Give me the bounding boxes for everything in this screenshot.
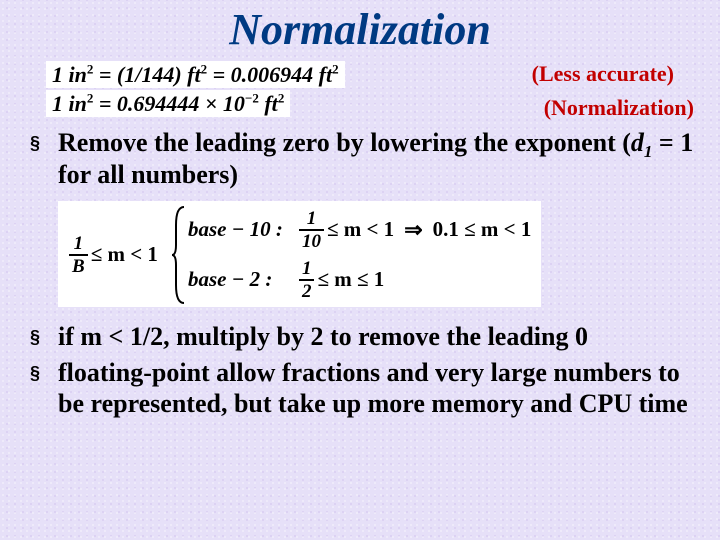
case-base-2: base − 2 : 1 2 ≤ m ≤ 1: [188, 255, 531, 305]
bullet-1: § Remove the leading zero by lowering th…: [30, 127, 698, 190]
equations-block: 1 in2 = (1/144) ft2 = 0.006944 ft2 1 in2…: [46, 61, 698, 117]
c1-den: 10: [299, 232, 324, 251]
eq2-sup3: 2: [278, 91, 285, 106]
bullet-list: § Remove the leading zero by lowering th…: [22, 127, 698, 190]
annotation-less-accurate: (Less accurate): [532, 61, 674, 87]
page-title: Normalization: [22, 4, 698, 55]
c2-ineq: ≤ m ≤ 1: [317, 269, 384, 290]
left-brace-icon: [172, 205, 186, 305]
frac-1B-num: 1: [71, 234, 87, 253]
bullet-3-text: floating-point allow fractions and very …: [58, 357, 698, 420]
cases-brace: base − 10 : 1 10 ≤ m < 1 ⇒ 0.1 ≤ m < 1 b…: [172, 205, 531, 305]
left-ineq: ≤ m < 1: [91, 244, 158, 265]
bullet-1-a: Remove the leading zero by lowering the …: [58, 128, 631, 157]
c1-ineq: ≤ m < 1: [327, 219, 394, 240]
bullet-1-d: d: [631, 128, 644, 157]
eq1-sup3: 2: [332, 62, 339, 77]
case1-label: base − 10 :: [188, 219, 296, 240]
math-cases-block: 1 B ≤ m < 1 base − 10 : 1 10 ≤ m < 1: [58, 201, 698, 307]
bullet-list-2: § if m < 1/2, multiply by 2 to remove th…: [22, 321, 698, 420]
bullet-mark-icon: §: [30, 321, 58, 353]
c2-den: 2: [299, 282, 315, 301]
eq2-sup2: −2: [245, 91, 259, 106]
eq2-mid: = 0.694444 × 10: [93, 91, 245, 116]
bullet-3: § floating-point allow fractions and ver…: [30, 357, 698, 420]
c2-num: 1: [299, 259, 315, 278]
bullet-mark-icon: §: [30, 357, 58, 420]
case2-label: base − 2 :: [188, 269, 296, 290]
frac-1-over-B: 1 B: [69, 234, 88, 276]
eq1-mid: = (1/144) ft: [93, 62, 200, 87]
bullet-2-text: if m < 1/2, multiply by 2 to remove the …: [58, 321, 698, 353]
eq1-lhs: 1 in: [52, 62, 87, 87]
case-base-10: base − 10 : 1 10 ≤ m < 1 ⇒ 0.1 ≤ m < 1: [188, 205, 531, 255]
c1-rhs: 0.1 ≤ m < 1: [433, 219, 532, 240]
implies-arrow-icon: ⇒: [404, 219, 422, 241]
annotation-normalization: (Normalization): [544, 95, 694, 121]
c1-num: 1: [304, 209, 320, 228]
bullet-mark-icon: §: [30, 127, 58, 190]
frac-1B-den: B: [69, 257, 88, 276]
eq1-tail: = 0.006944 ft: [207, 62, 332, 87]
bullet-2: § if m < 1/2, multiply by 2 to remove th…: [30, 321, 698, 353]
eq2-lhs: 1 in: [52, 91, 87, 116]
eq2-tail: ft: [259, 91, 278, 116]
